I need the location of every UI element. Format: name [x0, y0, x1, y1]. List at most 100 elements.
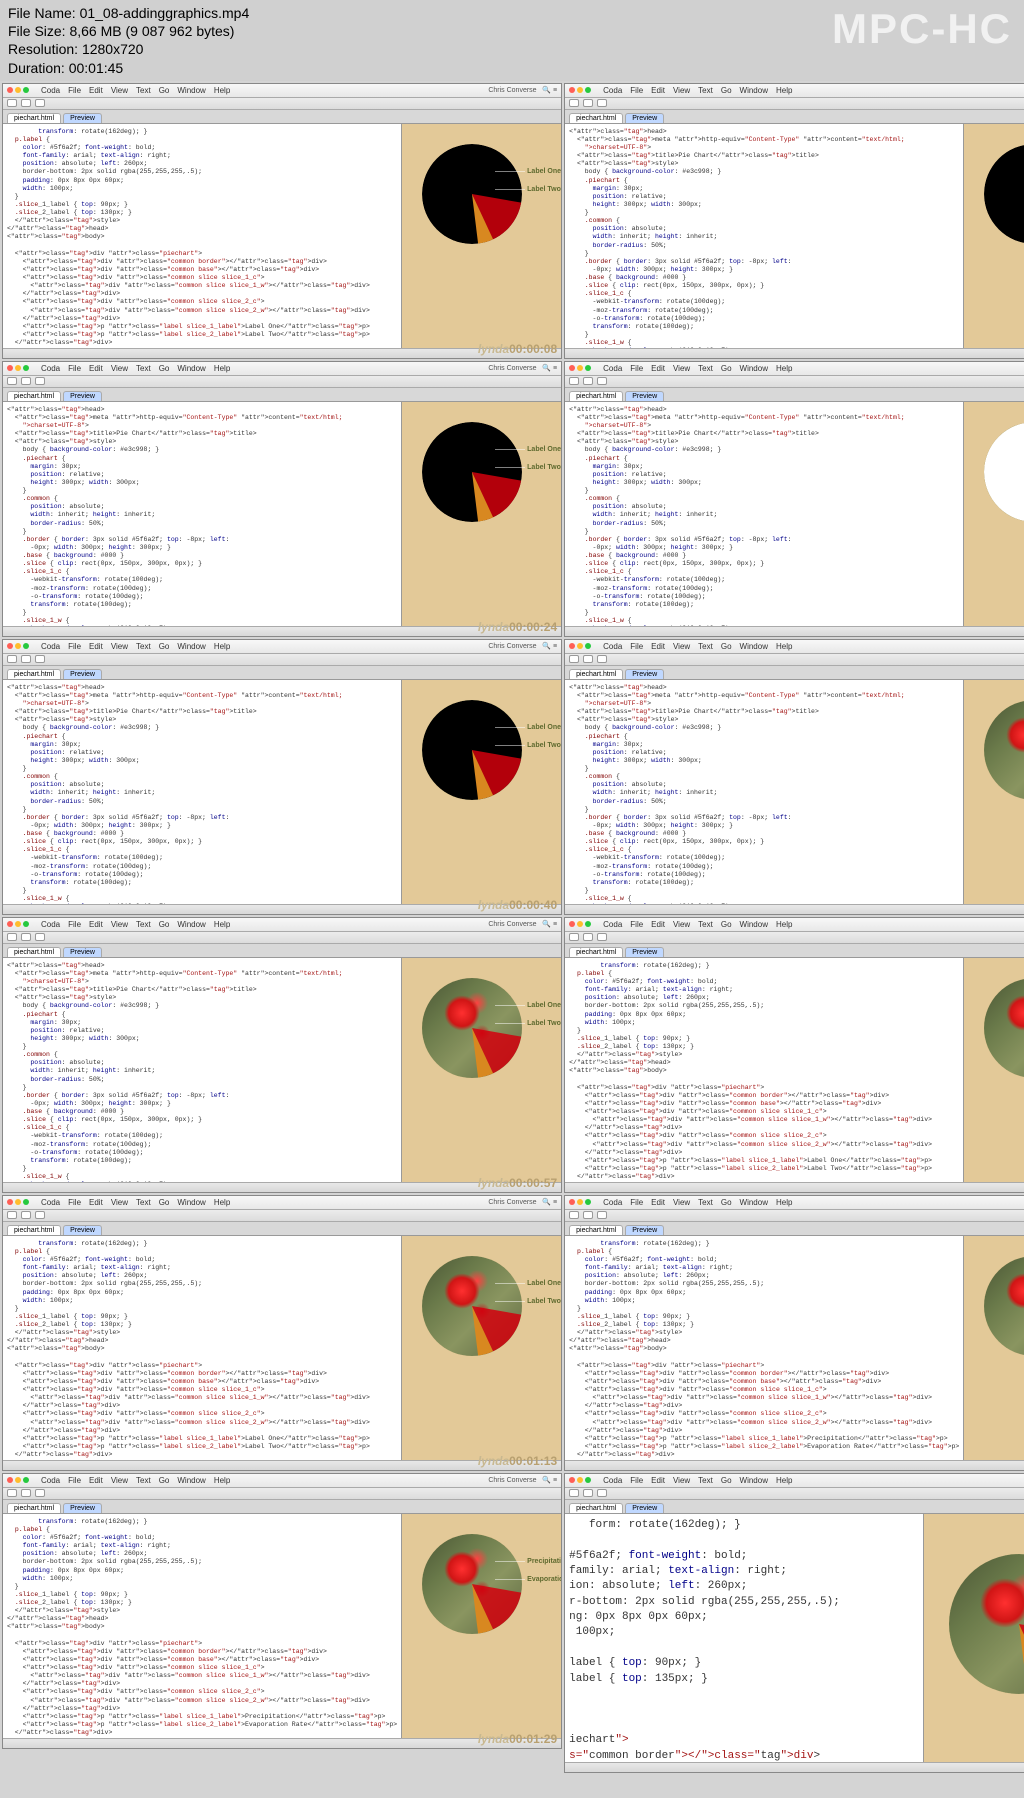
tab-file[interactable]: piechart.html [569, 391, 623, 401]
menu-item[interactable]: File [630, 1198, 643, 1207]
menu-item[interactable]: Go [159, 642, 170, 651]
toolbar-button[interactable] [569, 655, 579, 663]
toolbar-button[interactable] [569, 933, 579, 941]
tab-preview[interactable]: Preview [625, 113, 664, 123]
code-editor[interactable]: <"attr">class="tag">head> <"attr">class=… [3, 402, 401, 626]
menu-item[interactable]: Coda [41, 364, 60, 373]
toolbar-button[interactable] [569, 377, 579, 385]
toolbar-button[interactable] [569, 99, 579, 107]
tab-preview[interactable]: Preview [63, 1503, 102, 1513]
toolbar-button[interactable] [583, 1211, 593, 1219]
menu-item[interactable]: Window [177, 642, 205, 651]
menu-item[interactable]: Coda [41, 1198, 60, 1207]
menu-item[interactable]: Help [776, 364, 792, 373]
code-editor[interactable]: form: rotate(162deg); } #5f6a2f; font-we… [565, 1514, 923, 1762]
toolbar-button[interactable] [35, 655, 45, 663]
toolbar-button[interactable] [7, 1211, 17, 1219]
toolbar-button[interactable] [597, 1489, 607, 1497]
tab-preview[interactable]: Preview [625, 947, 664, 957]
menu-item[interactable]: Text [136, 1198, 151, 1207]
code-editor[interactable]: <"attr">class="tag">head> <"attr">class=… [565, 680, 963, 904]
menu-item[interactable]: Window [740, 920, 768, 929]
menu-item[interactable]: View [673, 920, 690, 929]
code-editor[interactable]: <"attr">class="tag">head> <"attr">class=… [3, 680, 401, 904]
menu-item[interactable]: Coda [603, 1476, 622, 1485]
toolbar-button[interactable] [35, 1489, 45, 1497]
menu-item[interactable]: View [111, 86, 128, 95]
menu-item[interactable]: Text [136, 1476, 151, 1485]
menu-item[interactable]: File [68, 1476, 81, 1485]
tab-file[interactable]: piechart.html [7, 947, 61, 957]
toolbar-button[interactable] [583, 377, 593, 385]
toolbar-button[interactable] [569, 1489, 579, 1497]
menu-item[interactable]: Text [698, 920, 713, 929]
menu-item[interactable]: Help [214, 642, 230, 651]
tab-file[interactable]: piechart.html [569, 669, 623, 679]
menu-item[interactable]: View [111, 920, 128, 929]
menu-item[interactable]: File [630, 364, 643, 373]
toolbar-button[interactable] [597, 655, 607, 663]
toolbar-button[interactable] [21, 933, 31, 941]
menu-item[interactable]: View [111, 642, 128, 651]
toolbar-button[interactable] [35, 99, 45, 107]
menu-item[interactable]: Edit [89, 86, 103, 95]
toolbar-button[interactable] [597, 99, 607, 107]
tab-preview[interactable]: Preview [63, 947, 102, 957]
menu-item[interactable]: Edit [89, 1198, 103, 1207]
menu-item[interactable]: Window [740, 1198, 768, 1207]
menu-item[interactable]: File [68, 364, 81, 373]
tab-file[interactable]: piechart.html [7, 1503, 61, 1513]
toolbar-button[interactable] [35, 1211, 45, 1219]
toolbar-button[interactable] [583, 1489, 593, 1497]
code-editor[interactable]: <"attr">class="tag">head> <"attr">class=… [565, 124, 963, 348]
tab-file[interactable]: piechart.html [569, 1225, 623, 1235]
menu-item[interactable]: File [630, 1476, 643, 1485]
menu-item[interactable]: Edit [651, 920, 665, 929]
toolbar-button[interactable] [583, 655, 593, 663]
menu-item[interactable]: File [68, 642, 81, 651]
menu-item[interactable]: Edit [651, 364, 665, 373]
menu-item[interactable]: Window [740, 364, 768, 373]
toolbar-button[interactable] [21, 655, 31, 663]
tab-preview[interactable]: Preview [625, 669, 664, 679]
menu-item[interactable]: Go [159, 920, 170, 929]
code-editor[interactable]: transform: rotate(162deg); } p.label { c… [3, 1514, 401, 1738]
code-editor[interactable]: transform: rotate(162deg); } p.label { c… [565, 1236, 963, 1460]
menu-item[interactable]: Go [721, 364, 732, 373]
menu-item[interactable]: View [111, 1198, 128, 1207]
tab-preview[interactable]: Preview [63, 391, 102, 401]
menu-item[interactable]: Go [721, 86, 732, 95]
toolbar-button[interactable] [597, 377, 607, 385]
menu-item[interactable]: Window [177, 364, 205, 373]
menu-item[interactable]: Window [740, 86, 768, 95]
toolbar-button[interactable] [21, 377, 31, 385]
menu-item[interactable]: Edit [651, 1476, 665, 1485]
menu-item[interactable]: Window [740, 642, 768, 651]
menu-item[interactable]: Go [721, 1198, 732, 1207]
tab-preview[interactable]: Preview [625, 1503, 664, 1513]
tab-file[interactable]: piechart.html [569, 113, 623, 123]
menu-item[interactable]: Coda [603, 1198, 622, 1207]
menu-item[interactable]: Help [214, 1476, 230, 1485]
tab-preview[interactable]: Preview [63, 113, 102, 123]
menu-item[interactable]: Edit [651, 1198, 665, 1207]
menu-item[interactable]: Go [721, 1476, 732, 1485]
menu-item[interactable]: Text [698, 1476, 713, 1485]
menu-item[interactable]: Go [721, 642, 732, 651]
toolbar-button[interactable] [597, 933, 607, 941]
menu-item[interactable]: Coda [603, 920, 622, 929]
menu-item[interactable]: Window [177, 1198, 205, 1207]
menu-item[interactable]: Go [159, 86, 170, 95]
toolbar-button[interactable] [583, 933, 593, 941]
code-editor[interactable]: transform: rotate(162deg); } p.label { c… [3, 1236, 401, 1460]
menu-item[interactable]: Coda [41, 1476, 60, 1485]
menu-item[interactable]: View [673, 1476, 690, 1485]
menu-item[interactable]: Coda [41, 86, 60, 95]
tab-file[interactable]: piechart.html [7, 113, 61, 123]
menu-item[interactable]: Window [177, 1476, 205, 1485]
code-editor[interactable]: transform: rotate(162deg); } p.label { c… [3, 124, 401, 348]
menu-item[interactable]: Edit [651, 86, 665, 95]
menu-item[interactable]: Edit [651, 642, 665, 651]
toolbar-button[interactable] [7, 655, 17, 663]
menu-item[interactable]: File [68, 920, 81, 929]
